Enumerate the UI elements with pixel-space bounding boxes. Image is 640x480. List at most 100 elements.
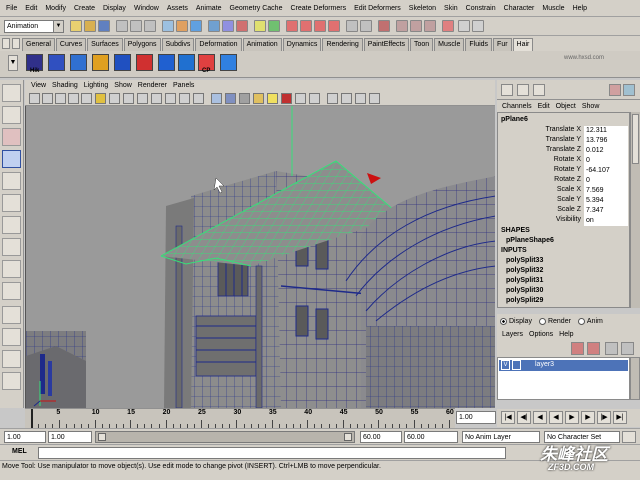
viewport-menu-view[interactable]: View: [28, 82, 49, 89]
viewport-menu-show[interactable]: Show: [111, 82, 135, 89]
shelf-tool-icon-3[interactable]: [92, 54, 109, 71]
layer-menu-options[interactable]: Options: [526, 331, 556, 338]
shelf-tool-icon-4[interactable]: [114, 54, 131, 71]
mask-misc-icon[interactable]: [268, 20, 280, 32]
channel-box-scrollbar[interactable]: [630, 112, 640, 308]
channel-menu-edit[interactable]: Edit: [535, 103, 553, 110]
step-back-key-icon[interactable]: ◀|: [517, 411, 531, 424]
shape-node[interactable]: pPlaneShape6: [506, 237, 554, 244]
magnet-icon[interactable]: [442, 20, 454, 32]
shelf-tab-hair[interactable]: Hair: [512, 38, 534, 51]
soft-mod-tool-icon[interactable]: [2, 238, 21, 256]
attribute-value-field[interactable]: 7.347: [584, 206, 628, 216]
safe-action-icon[interactable]: [179, 93, 190, 104]
input-node[interactable]: polySplit32: [506, 267, 543, 274]
select-tool-icon[interactable]: [2, 84, 21, 102]
shelf-tab-muscle[interactable]: Muscle: [434, 38, 465, 51]
menu-geometry-cache[interactable]: Geometry Cache: [226, 5, 287, 12]
textured-icon[interactable]: [253, 93, 264, 104]
range-end-field[interactable]: 60.00: [360, 431, 402, 443]
image-plane-icon[interactable]: [68, 93, 79, 104]
menu-create[interactable]: Create: [70, 5, 99, 12]
layer-name[interactable]: layer3: [535, 360, 554, 370]
attribute-value-field[interactable]: 0: [584, 176, 628, 186]
shelf-tab-animation[interactable]: Animation: [242, 38, 282, 51]
attribute-value-field[interactable]: 5.394: [584, 196, 628, 206]
channel-layer-toggle-icon[interactable]: [533, 84, 545, 96]
mask-joints-icon[interactable]: [176, 20, 188, 32]
attribute-row[interactable]: Rotate Z0: [498, 176, 629, 186]
move-layer-down-icon[interactable]: [587, 342, 600, 355]
select-object-icon[interactable]: [130, 20, 142, 32]
single-pane-layout-icon[interactable]: [2, 306, 21, 324]
time-slider[interactable]: 5 10 15 20 25 30 35 40 45 50 55 60: [25, 408, 455, 428]
menu-edit[interactable]: Edit: [21, 5, 41, 12]
bookmarks-icon[interactable]: [55, 93, 66, 104]
step-forward-key-icon[interactable]: |▶: [597, 411, 611, 424]
shelf-tab-general[interactable]: General: [22, 38, 55, 51]
channel-menu-channels[interactable]: Channels: [499, 103, 535, 110]
motion-blur-icon[interactable]: [369, 93, 380, 104]
shelf-tab-subdivs[interactable]: Subdivs: [161, 38, 195, 51]
render-settings-icon[interactable]: [424, 20, 436, 32]
shelf-tab-surfaces[interactable]: Surfaces: [87, 38, 123, 51]
gate-mask-icon[interactable]: [151, 93, 162, 104]
snap-curve-icon[interactable]: [300, 20, 312, 32]
range-bar[interactable]: [95, 431, 355, 443]
perspective-viewport[interactable]: [25, 106, 495, 408]
shelf-tab-fluids[interactable]: Fluids: [465, 38, 493, 51]
command-input[interactable]: [38, 447, 506, 459]
node-name[interactable]: pPlane6: [501, 116, 528, 123]
layer-visibility-toggle[interactable]: V: [501, 360, 510, 370]
four-pane-layout-icon[interactable]: [2, 328, 21, 346]
attribute-row[interactable]: Scale Z 7.347: [498, 206, 629, 216]
current-frame-field[interactable]: 1.00: [456, 411, 496, 424]
attribute-value-field[interactable]: -64.107: [584, 166, 628, 176]
multisample-icon[interactable]: [341, 93, 352, 104]
shelf-tool-icon-7[interactable]: [178, 54, 195, 71]
mask-surfaces-icon[interactable]: [208, 20, 220, 32]
shelf-tab-painteffects[interactable]: PaintEffects: [363, 38, 409, 51]
range-start-handle[interactable]: [98, 433, 106, 441]
radio-button[interactable]: [577, 317, 585, 325]
two-d-pan-zoom-icon[interactable]: [81, 93, 92, 104]
ambient-occlusion-icon[interactable]: [355, 93, 366, 104]
wireframe-icon[interactable]: [211, 93, 222, 104]
menu-character[interactable]: Character: [500, 5, 539, 12]
mask-dynamics-icon[interactable]: [236, 20, 248, 32]
play-backwards-icon[interactable]: ◀: [549, 411, 563, 424]
shelf-tab-fur[interactable]: Fur: [493, 38, 512, 51]
show-hide-attribute-editor-icon[interactable]: [458, 20, 470, 32]
start-time-field[interactable]: 1.00: [4, 431, 46, 443]
attribute-row[interactable]: Visibility on: [498, 216, 629, 226]
use-all-lights-icon[interactable]: [267, 93, 278, 104]
grid-toggle-icon[interactable]: [109, 93, 120, 104]
go-to-start-icon[interactable]: |◀: [501, 411, 515, 424]
shelf-tool-icon-2[interactable]: [70, 54, 87, 71]
layer-type-toggle[interactable]: [512, 360, 521, 370]
high-quality-icon[interactable]: [327, 93, 338, 104]
shelf-tab-deformation[interactable]: Deformation: [195, 38, 242, 51]
animation-preferences-icon[interactable]: [622, 431, 636, 443]
select-camera-icon[interactable]: [29, 93, 40, 104]
viewport-menu-lighting[interactable]: Lighting: [81, 82, 112, 89]
lasso-tool-icon[interactable]: [2, 106, 21, 124]
layer-menu-layers[interactable]: Layers: [499, 331, 526, 338]
channel-menu-show[interactable]: Show: [579, 103, 603, 110]
xray-icon[interactable]: [295, 93, 306, 104]
layer-menu-help[interactable]: Help: [556, 331, 576, 338]
range-start-field[interactable]: 1.00: [48, 431, 92, 443]
radio-button[interactable]: [500, 317, 507, 325]
shelf-collapse-icon[interactable]: ▼: [8, 55, 18, 71]
attribute-row[interactable]: Rotate X0: [498, 156, 629, 166]
shelf-tab-polygons[interactable]: Polygons: [123, 38, 161, 51]
viewport-menu-renderer[interactable]: Renderer: [135, 82, 170, 89]
mask-curves-icon[interactable]: [190, 20, 202, 32]
resolution-gate-icon[interactable]: [137, 93, 148, 104]
camera-attributes-icon[interactable]: [42, 93, 53, 104]
input-ops-icon[interactable]: [346, 20, 358, 32]
mask-rendering-icon[interactable]: [254, 20, 266, 32]
attribute-row[interactable]: Rotate Y -64.107: [498, 166, 629, 176]
range-end-handle[interactable]: [344, 433, 352, 441]
attribute-row[interactable]: Translate Y 13.796: [498, 136, 629, 146]
